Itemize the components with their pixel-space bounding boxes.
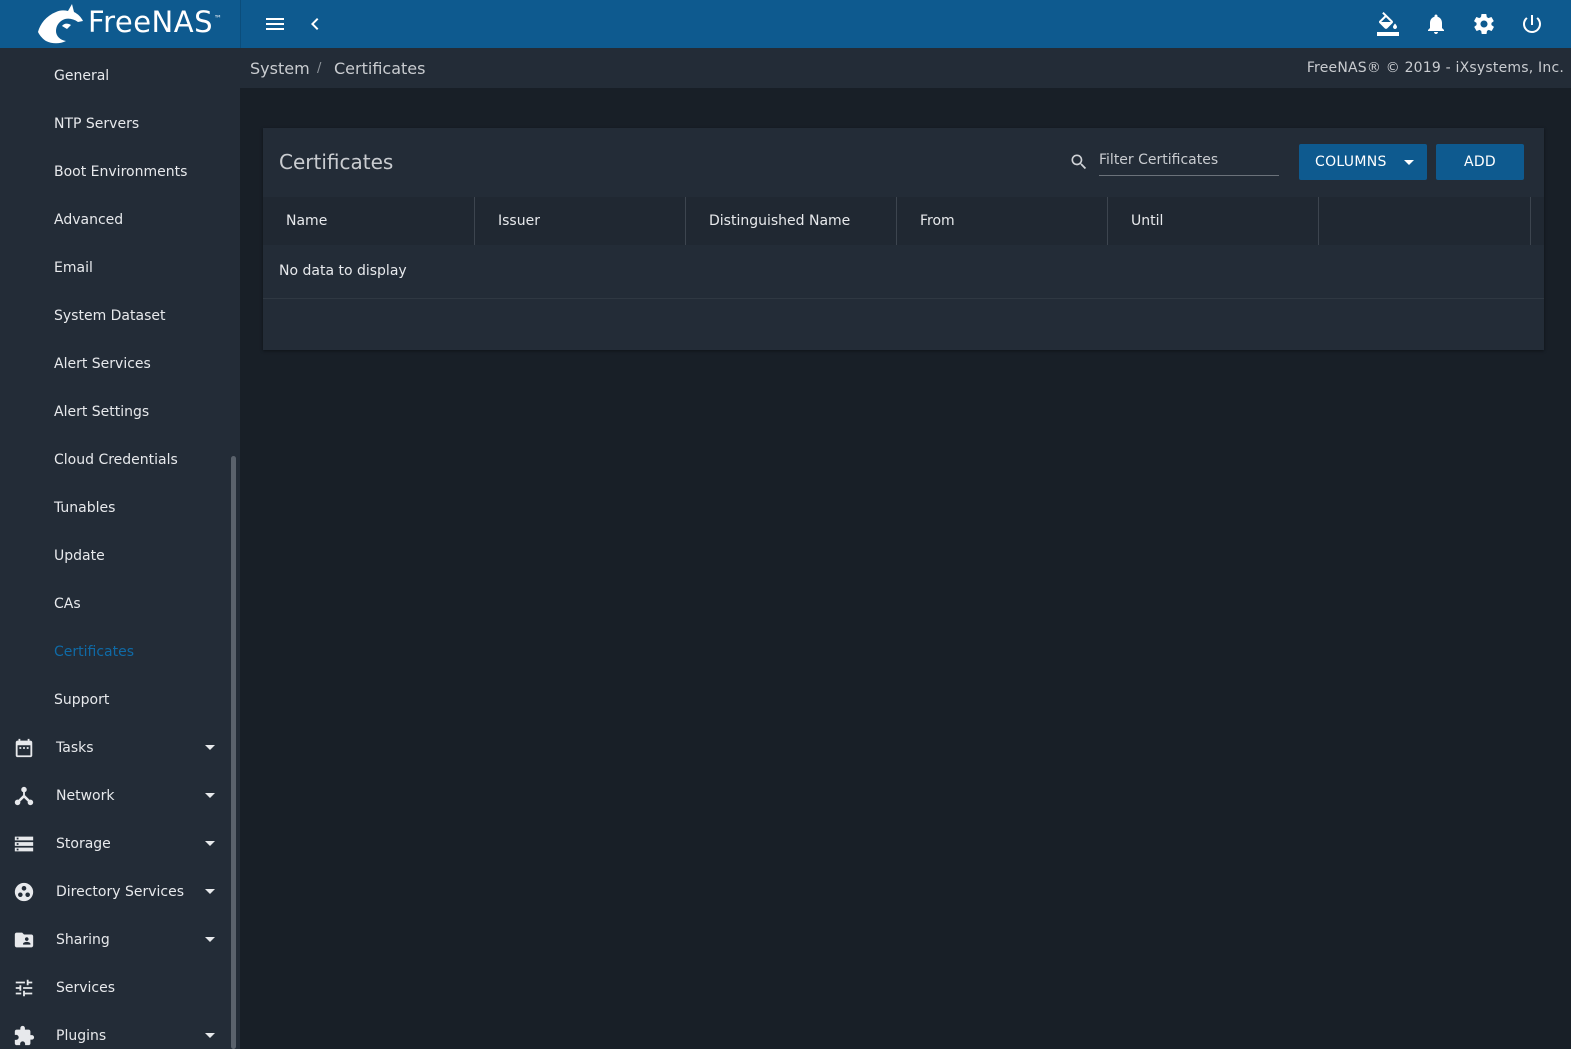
column-header-label: Distinguished Name: [709, 213, 851, 229]
sidebar-item-label: NTP Servers: [54, 116, 140, 132]
tune-icon: [12, 976, 36, 1000]
shark-logo-icon: [38, 4, 83, 44]
column-header-distinguished-name[interactable]: Distinguished Name: [686, 197, 897, 245]
column-header-until[interactable]: Until: [1108, 197, 1319, 245]
sidebar-item-label: Support: [54, 692, 110, 708]
empty-message: No data to display: [279, 263, 407, 279]
add-button[interactable]: ADD: [1436, 144, 1524, 180]
copyright-text: FreeNAS® © 2019 - iXsystems, Inc.: [1306, 60, 1564, 76]
breadcrumb-certificates: Certificates: [334, 59, 426, 78]
breadcrumb-separator: /: [317, 61, 322, 76]
sidebar-item-label: CAs: [54, 596, 81, 612]
column-header-actions: [1319, 197, 1531, 245]
column-header-label: Until: [1131, 213, 1164, 229]
sidebar-scrollbar[interactable]: [231, 456, 236, 1049]
sidebar-item-label: Alert Settings: [54, 404, 150, 420]
sidebar-item-storage[interactable]: Storage: [0, 820, 230, 868]
sidebar-item-label: Network: [56, 788, 115, 804]
sidebar-item-label: Tasks: [56, 740, 94, 756]
menu-icon[interactable]: [263, 12, 287, 36]
table-header: Name Issuer Distinguished Name From Unti…: [263, 197, 1544, 245]
sidebar-item-label: Boot Environments: [54, 164, 188, 180]
certificates-card: Certificates COLUMNS ADD Name Issuer Dis…: [263, 128, 1544, 350]
caret-down-icon: [205, 889, 215, 894]
breadcrumb: System / Certificates FreeNAS® © 2019 - …: [240, 48, 1571, 88]
sidebar-item-label: Tunables: [54, 500, 116, 516]
sidebar-item-update[interactable]: Update: [0, 532, 230, 580]
directory-icon: [12, 880, 36, 904]
sidebar-item-plugins[interactable]: Plugins: [0, 1012, 230, 1049]
sidebar-item-services[interactable]: Services: [0, 964, 230, 1012]
sidebar-item-label: Alert Services: [54, 356, 151, 372]
caret-down-icon: [205, 745, 215, 750]
sidebar-item-system-dataset[interactable]: System Dataset: [0, 292, 230, 340]
sidebar-item-sharing[interactable]: Sharing: [0, 916, 230, 964]
sidebar-item-general[interactable]: General: [0, 52, 230, 100]
bell-icon[interactable]: [1424, 12, 1448, 36]
calendar-icon: [12, 736, 36, 760]
column-header-issuer[interactable]: Issuer: [475, 197, 686, 245]
column-header-label: Issuer: [498, 213, 540, 229]
search-icon: [1069, 152, 1089, 172]
columns-button[interactable]: COLUMNS: [1299, 144, 1427, 180]
sidebar-item-label: Services: [56, 980, 116, 996]
storage-icon: [12, 832, 36, 856]
sidebar-item-label: Update: [54, 548, 105, 564]
sidebar-item-certificates[interactable]: Certificates: [0, 628, 230, 676]
sidebar-item-alert-settings[interactable]: Alert Settings: [0, 388, 230, 436]
page-title: Certificates: [279, 150, 394, 174]
caret-down-icon: [1404, 160, 1414, 165]
paint-bucket-icon[interactable]: [1376, 12, 1400, 36]
caret-down-icon: [205, 937, 215, 942]
chevron-left-icon[interactable]: [303, 12, 327, 36]
top-toolbar: FreeNAS™: [0, 0, 1571, 48]
sidebar-item-cloud-credentials[interactable]: Cloud Credentials: [0, 436, 230, 484]
sidebar-item-label: Storage: [56, 836, 111, 852]
sidebar-item-label: Certificates: [54, 644, 135, 660]
sidebar-item-email[interactable]: Email: [0, 244, 230, 292]
sidebar-item-label: Advanced: [54, 212, 124, 228]
sidebar-item-label: Plugins: [56, 1028, 107, 1044]
freenas-logo[interactable]: FreeNAS™: [34, 2, 234, 46]
sidebar-item-cas[interactable]: CAs: [0, 580, 230, 628]
column-header-label: Name: [286, 213, 328, 229]
column-header-label: From: [920, 213, 955, 229]
sidebar-item-label: Cloud Credentials: [54, 452, 178, 468]
sidebar-item-label: Email: [54, 260, 93, 276]
sidebar-item-boot-environments[interactable]: Boot Environments: [0, 148, 230, 196]
table-footer: [263, 300, 1544, 350]
sidebar-item-network[interactable]: Network: [0, 772, 230, 820]
trademark: ™: [213, 14, 223, 24]
sidebar-item-support[interactable]: Support: [0, 676, 230, 724]
sidebar: General NTP Servers Boot Environments Ad…: [0, 48, 240, 1049]
brand-name: FreeNAS: [88, 5, 213, 39]
sidebar-item-alert-services[interactable]: Alert Services: [0, 340, 230, 388]
caret-down-icon: [205, 841, 215, 846]
topbar-divider: [240, 0, 241, 48]
sidebar-item-ntp-servers[interactable]: NTP Servers: [0, 100, 230, 148]
sidebar-item-label: Sharing: [56, 932, 110, 948]
breadcrumb-system[interactable]: System: [250, 59, 310, 78]
filter-certificates-input[interactable]: [1099, 148, 1279, 176]
sidebar-item-directory-services[interactable]: Directory Services: [0, 868, 230, 916]
caret-down-icon: [205, 1033, 215, 1038]
sidebar-item-tasks[interactable]: Tasks: [0, 724, 230, 772]
add-button-label: ADD: [1463, 154, 1497, 170]
columns-button-label: COLUMNS: [1315, 154, 1387, 170]
column-header-from[interactable]: From: [897, 197, 1108, 245]
sidebar-item-tunables[interactable]: Tunables: [0, 484, 230, 532]
puzzle-icon: [12, 1024, 36, 1048]
sidebar-item-label: Directory Services: [56, 884, 185, 900]
sidebar-item-label: System Dataset: [54, 308, 166, 324]
table-empty-row: No data to display: [263, 245, 1544, 299]
gear-icon[interactable]: [1472, 12, 1496, 36]
folder-shared-icon: [12, 928, 36, 952]
caret-down-icon: [205, 793, 215, 798]
column-header-name[interactable]: Name: [263, 197, 475, 245]
network-icon: [12, 784, 36, 808]
sidebar-item-label: General: [54, 68, 110, 84]
power-icon[interactable]: [1520, 12, 1544, 36]
sidebar-item-advanced[interactable]: Advanced: [0, 196, 230, 244]
